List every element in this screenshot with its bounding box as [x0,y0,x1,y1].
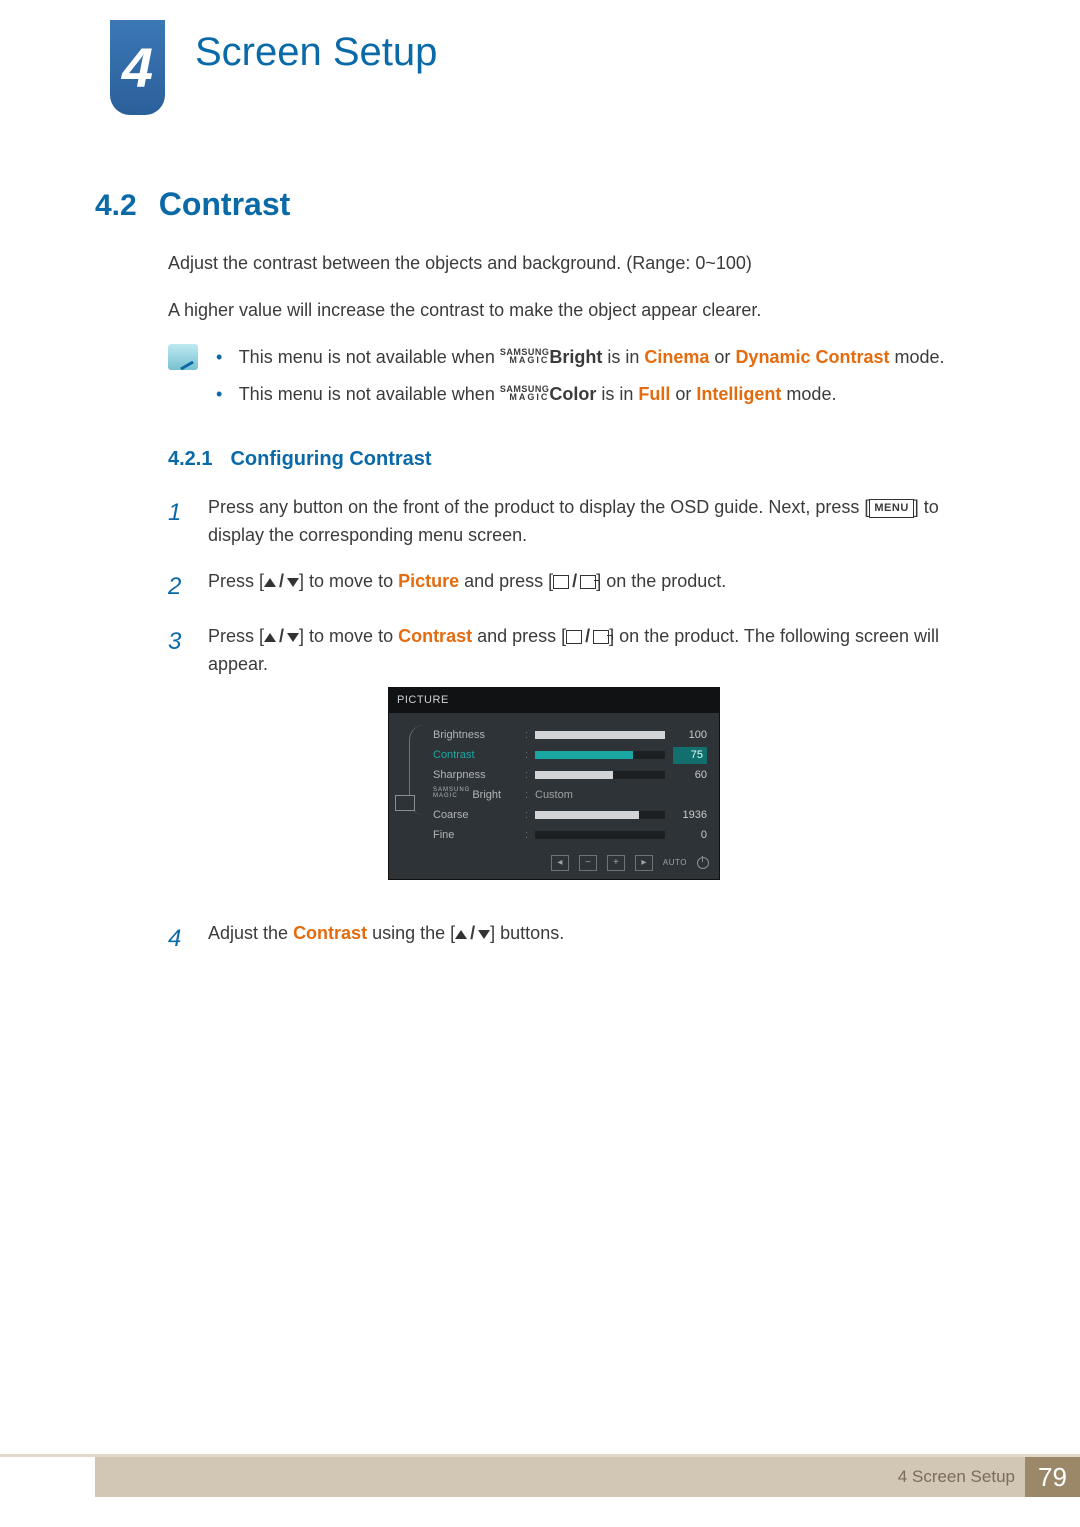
section-number: 4.2 [95,189,137,223]
osd-row-coarse: Coarse : 1936 [433,805,707,825]
monitor-icon [395,795,415,811]
step-number: 1 [168,494,190,550]
osd-row-brightness: Brightness : 100 [433,725,707,745]
enter-icon: ▸ [635,855,653,871]
plus-icon: + [607,855,625,871]
auto-label: AUTO [663,857,687,869]
chapter-tab: 4 [110,20,165,115]
body: Adjust the contrast between the objects … [168,250,958,975]
step: 4 Adjust the Contrast using the [/] butt… [168,920,958,957]
osd-row-magicbright: SAMSUNGMAGIC Bright : Custom [433,785,707,805]
page-number: 79 [1025,1457,1080,1497]
section-heading: 4.2 Contrast [95,186,290,223]
osd-screenshot: PICTURE Brightness : [388,687,720,880]
footer-text: 4 Screen Setup [898,1467,1015,1487]
osd-row-fine: Fine : 0 [433,825,707,845]
page: 4 Screen Setup 4.2 Contrast Adjust the c… [0,0,1080,1527]
enter-source-icon: / [566,623,609,651]
osd-footer: ◂ − + ▸ AUTO [389,849,719,879]
osd-title: PICTURE [389,688,719,713]
samsung-magic-icon: SAMSUNG MAGIC [500,385,550,401]
intro-line-2: A higher value will increase the contras… [168,297,958,324]
subsection-number: 4.2.1 [168,444,212,474]
samsung-magic-icon: SAMSUNG MAGIC [500,348,550,364]
chapter-title: Screen Setup [195,30,437,75]
samsung-magic-icon: SAMSUNGMAGIC [433,788,470,799]
up-down-icon: / [264,623,299,651]
osd-row-sharpness: Sharpness : 60 [433,765,707,785]
up-down-icon: / [455,920,490,948]
power-icon [697,857,709,869]
intro-line-1: Adjust the contrast between the objects … [168,250,958,277]
note-item: This menu is not available when SAMSUNG … [216,381,945,408]
chapter-number: 4 [122,40,153,96]
steps: 1 Press any button on the front of the p… [168,494,958,957]
back-icon: ◂ [551,855,569,871]
osd-row-contrast: Contrast : 75 [433,745,707,765]
step-number: 3 [168,623,190,902]
footer: 4 Screen Setup 79 [95,1457,1080,1497]
step-number: 4 [168,920,190,957]
note-item: This menu is not available when SAMSUNG … [216,344,945,371]
enter-source-icon: / [553,568,596,596]
menu-chip: MENU [869,499,913,518]
step-number: 2 [168,568,190,605]
note-block: This menu is not available when SAMSUNG … [168,344,958,418]
subsection-heading: 4.2.1 Configuring Contrast [168,444,958,474]
section-title: Contrast [159,186,291,223]
step: 2 Press [/] to move to Picture and press… [168,568,958,605]
step: 3 Press [/] to move to Contrast and pres… [168,623,958,902]
step: 1 Press any button on the front of the p… [168,494,958,550]
note-list: This menu is not available when SAMSUNG … [216,344,945,418]
subsection-title: Configuring Contrast [230,444,431,474]
note-icon [168,344,198,370]
minus-icon: − [579,855,597,871]
osd-side-graphic [401,725,423,845]
up-down-icon: / [264,568,299,596]
